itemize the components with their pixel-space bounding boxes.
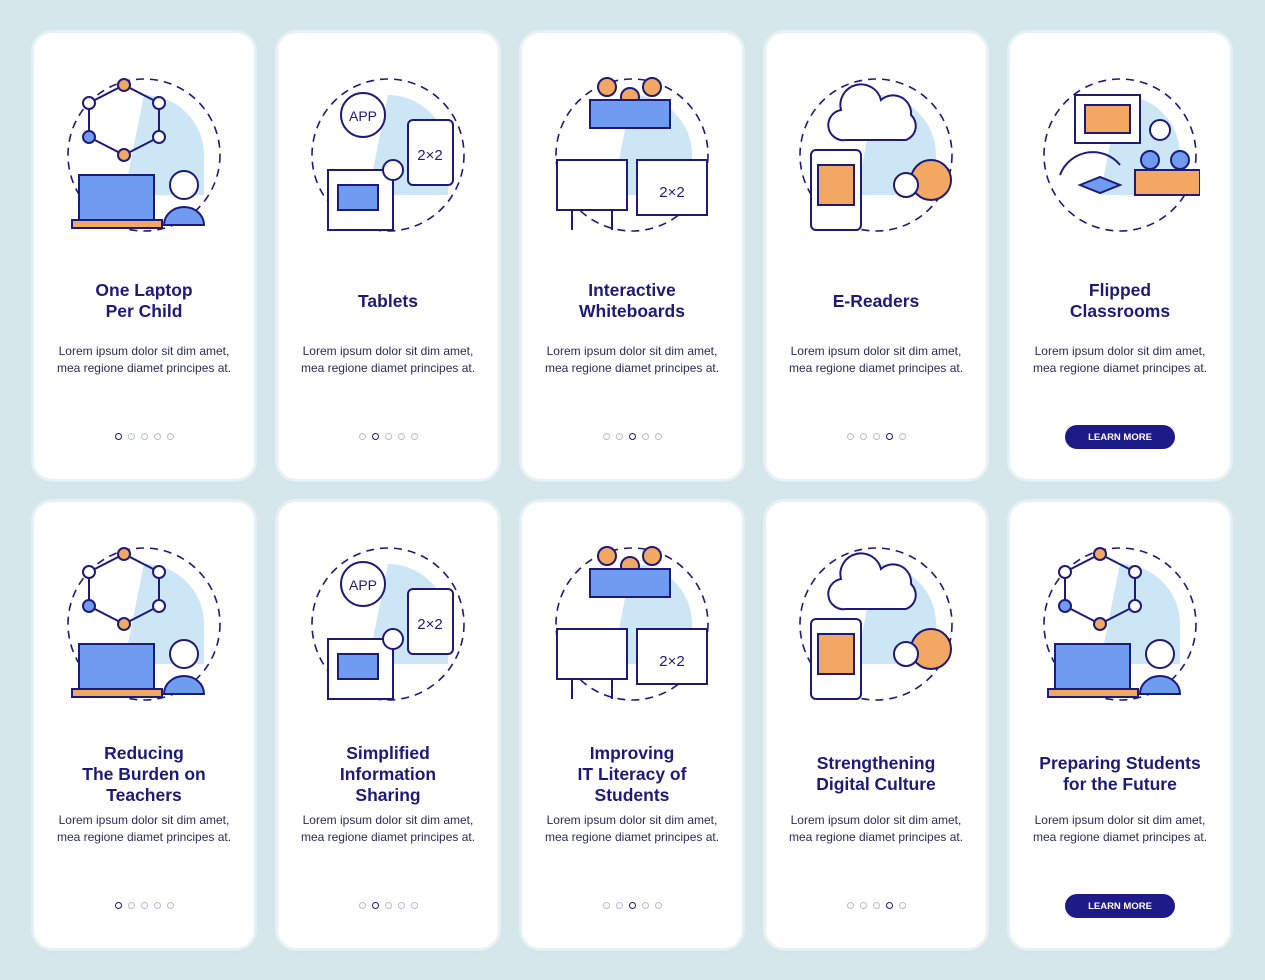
pagination-dot[interactable]	[872, 433, 880, 440]
pagination-dot[interactable]	[166, 902, 174, 909]
pagination-dots	[34, 902, 254, 909]
pagination-dot[interactable]	[602, 433, 610, 440]
card-title: Interactive Whiteboards	[579, 280, 685, 321]
digital-culture-icon	[799, 547, 953, 701]
onboarding-card: 2×2 Interactive Whiteboards Lorem ipsum do…	[522, 33, 742, 479]
card-description: Lorem ipsum dolor sit dim amet, mea regi…	[544, 344, 720, 375]
card-description: Lorem ipsum dolor sit dim amet, mea regi…	[300, 344, 476, 375]
flipped-classroom-icon	[1043, 78, 1200, 232]
pagination-dot[interactable]	[615, 433, 623, 440]
card-title: Preparing Students for the Future	[1039, 753, 1201, 794]
card-title: Reducing The Burden on Teachers	[82, 742, 206, 805]
card-description: Lorem ipsum dolor sit dim amet, mea regi…	[56, 344, 232, 375]
pagination-dot[interactable]	[127, 433, 135, 440]
pagination-dot[interactable]	[153, 902, 161, 909]
card-description: Lorem ipsum dolor sit dim amet, mea regi…	[788, 813, 964, 844]
card-description: Lorem ipsum dolor sit dim amet, mea regi…	[788, 344, 964, 375]
card-description: Lorem ipsum dolor sit dim amet, mea regi…	[544, 813, 720, 844]
onboarding-card: E-Readers Lorem ipsum dolor sit dim amet,…	[766, 33, 986, 479]
pagination-dot[interactable]	[384, 902, 392, 909]
pagination-dot[interactable]	[859, 433, 867, 440]
pagination-dot[interactable]	[371, 433, 379, 440]
card-title: Simplified Information Sharing	[339, 742, 437, 805]
pagination-dots	[522, 433, 742, 440]
card-title: E-Readers	[832, 290, 920, 311]
svg-text:APP: APP	[349, 108, 377, 124]
pagination-dot[interactable]	[846, 902, 854, 909]
svg-text:2×2: 2×2	[417, 147, 442, 164]
pagination-dot[interactable]	[140, 433, 148, 440]
svg-text:APP: APP	[349, 577, 377, 593]
onboarding-card: Preparing Students for the Future Lorem i…	[1010, 502, 1230, 948]
pagination-dot[interactable]	[114, 433, 122, 440]
onboarding-card: 2×2 Improving IT Literacy of Students Lore…	[522, 502, 742, 948]
pagination-dots	[34, 433, 254, 440]
svg-text:2×2: 2×2	[417, 616, 442, 633]
pagination-dot[interactable]	[859, 902, 867, 909]
card-description: Lorem ipsum dolor sit dim amet, mea regi…	[300, 813, 476, 844]
future-students-icon	[1043, 547, 1197, 701]
pagination-dot[interactable]	[371, 902, 379, 909]
card-description: Lorem ipsum dolor sit dim amet, mea regi…	[1032, 344, 1208, 375]
card-title: Improving IT Literacy of Students	[577, 742, 687, 805]
pagination-dot[interactable]	[872, 902, 880, 909]
pagination-dot[interactable]	[114, 902, 122, 909]
onboarding-card: APP 2×2 Tablets Lorem ipsum dolor sit dim a…	[278, 33, 498, 479]
pagination-dot[interactable]	[397, 902, 405, 909]
tablet-app-icon: APP 2×2	[311, 78, 465, 232]
pagination-dot[interactable]	[358, 902, 366, 909]
pagination-dots	[522, 902, 742, 909]
card-description: Lorem ipsum dolor sit dim amet, mea regi…	[56, 813, 232, 844]
learn-more-button[interactable]: LEARN MORE	[1065, 894, 1175, 918]
pagination-dot[interactable]	[846, 433, 854, 440]
pagination-dot[interactable]	[628, 902, 636, 909]
it-literacy-icon: 2×2	[555, 546, 709, 701]
pagination-dot[interactable]	[885, 902, 893, 909]
pagination-dot[interactable]	[898, 902, 906, 909]
svg-text:2×2: 2×2	[659, 653, 684, 670]
pagination-dot[interactable]	[410, 902, 418, 909]
pagination-dots	[278, 433, 498, 440]
pagination-dot[interactable]	[127, 902, 135, 909]
whiteboard-icon: 2×2	[555, 77, 709, 232]
pagination-dot[interactable]	[898, 433, 906, 440]
onboarding-card: Flipped Classrooms Lorem ipsum dolor sit …	[1010, 33, 1230, 479]
pagination-dots	[766, 433, 986, 440]
pagination-dot[interactable]	[397, 433, 405, 440]
card-title: Tablets	[358, 290, 418, 311]
pagination-dot[interactable]	[602, 902, 610, 909]
pagination-dot[interactable]	[140, 902, 148, 909]
pagination-dot[interactable]	[654, 433, 662, 440]
pagination-dot[interactable]	[384, 433, 392, 440]
card-title: Strengthening Digital Culture	[816, 753, 936, 794]
card-title: Flipped Classrooms	[1069, 280, 1171, 321]
card-title: One Laptop Per Child	[95, 280, 193, 321]
pagination-dot[interactable]	[410, 433, 418, 440]
pagination-dot[interactable]	[615, 902, 623, 909]
pagination-dot[interactable]	[166, 433, 174, 440]
onboarding-card: Reducing The Burden on Teachers Lorem ips…	[34, 502, 254, 948]
pagination-dot[interactable]	[628, 433, 636, 440]
pagination-dot[interactable]	[641, 902, 649, 909]
onboarding-card: APP 2×2 Simplified Information Sharing Lore…	[278, 502, 498, 948]
onboarding-card: One Laptop Per Child Lorem ipsum dolor si…	[34, 33, 254, 479]
pagination-dot[interactable]	[153, 433, 161, 440]
svg-text:2×2: 2×2	[659, 184, 684, 201]
ereader-icon	[799, 78, 953, 232]
learn-more-button[interactable]: LEARN MORE	[1065, 425, 1175, 449]
pagination-dot[interactable]	[641, 433, 649, 440]
pagination-dots	[278, 902, 498, 909]
teacher-multitask-icon	[67, 547, 221, 701]
card-description: Lorem ipsum dolor sit dim amet, mea regi…	[1032, 813, 1208, 844]
information-sharing-icon: APP 2×2	[311, 547, 465, 701]
pagination-dot[interactable]	[358, 433, 366, 440]
pagination-dot[interactable]	[885, 433, 893, 440]
laptop-child-icon	[67, 78, 221, 232]
onboarding-card: Strengthening Digital Culture Lorem ipsum…	[766, 502, 986, 948]
pagination-dot[interactable]	[654, 902, 662, 909]
pagination-dots	[766, 902, 986, 909]
